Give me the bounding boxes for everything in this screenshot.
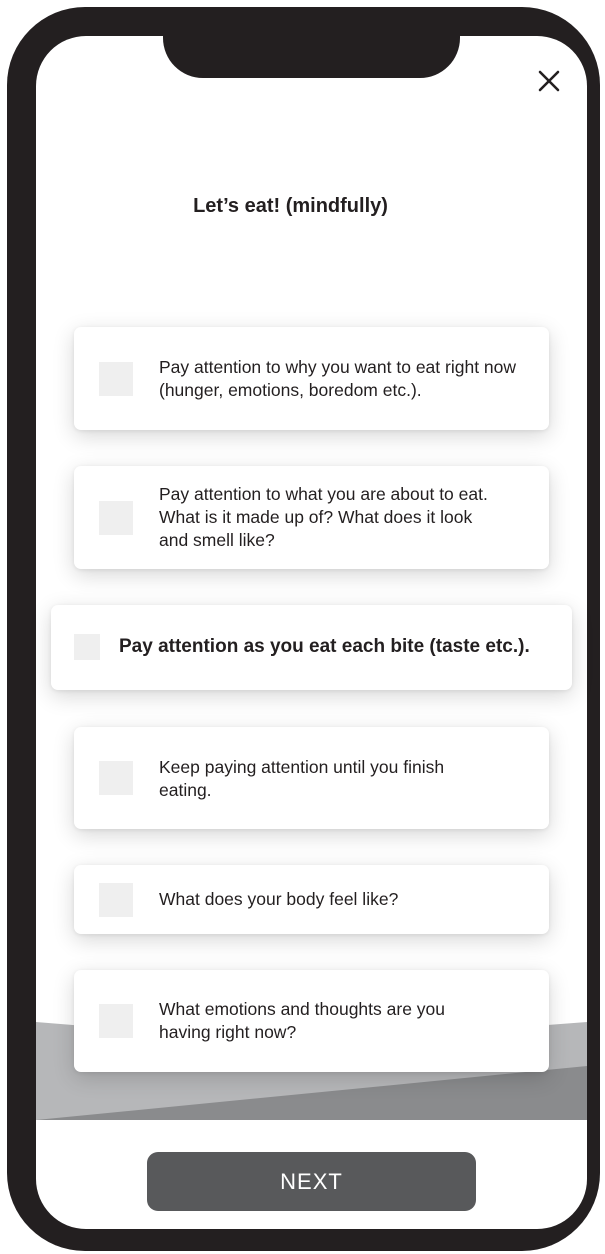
checkbox[interactable] [74,634,100,660]
checklist-item[interactable]: Pay attention to why you want to eat rig… [74,327,549,430]
checklist-item-label: Pay attention as you eat each bite (tast… [119,636,530,657]
page-title: Let’s eat! (mindfully) [193,195,388,217]
checklist-item-label: Pay attention to what you are about to e… [159,484,488,550]
checklist-item[interactable]: Keep paying attention until you finish e… [74,727,549,829]
checkbox[interactable] [99,501,133,535]
checkbox[interactable] [99,761,133,795]
checklist-item-label: Keep paying attention until you finish e… [159,757,445,800]
checklist-item[interactable]: What emotions and thoughts are you havin… [74,970,549,1072]
checklist-item-active[interactable]: Pay attention as you eat each bite (tast… [51,605,572,690]
phone-notch [163,36,460,78]
close-icon [538,70,560,92]
checklist-item-label: What emotions and thoughts are you havin… [159,999,446,1042]
checklist-item-label: Pay attention to why you want to eat rig… [159,357,517,400]
checklist-item-label: What does your body feel like? [159,889,399,909]
checklist-item[interactable]: What does your body feel like? [74,865,549,934]
checkbox[interactable] [99,1004,133,1038]
checklist-item[interactable]: Pay attention to what you are about to e… [74,466,549,569]
close-button[interactable] [531,63,567,99]
checkbox[interactable] [99,883,133,917]
checkbox[interactable] [99,362,133,396]
next-button[interactable]: NEXT [147,1152,476,1211]
